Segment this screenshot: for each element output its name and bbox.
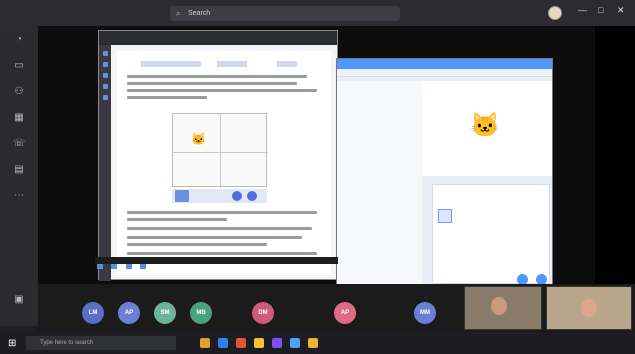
sprite-thumb[interactable]	[438, 209, 452, 223]
document-toolbar	[99, 45, 111, 281]
document-titlebar	[99, 31, 337, 45]
text-line	[127, 236, 302, 239]
text-line	[127, 218, 227, 221]
text-line	[127, 75, 307, 78]
taskbar-app-icon[interactable]	[290, 338, 300, 348]
taskbar-app-icon	[111, 264, 118, 269]
taskbar-app-icon[interactable]	[200, 338, 210, 348]
os-taskbar: ⊞ Type here to search	[0, 332, 635, 354]
participant-avatar[interactable]: SM	[154, 302, 176, 324]
participant-bar: LM AP SM MB DM AP MM	[38, 284, 635, 332]
taskbar-app-icon	[140, 264, 147, 269]
face	[581, 299, 597, 317]
left-rail: ◔ ▭ ⚇ ▦ ☏ ▤ ⋯ ▣	[0, 26, 38, 326]
participant-avatar[interactable]: AP	[118, 302, 140, 324]
taskbar-app-icon[interactable]	[254, 338, 264, 348]
participant-avatar[interactable]: MB	[190, 302, 212, 324]
participant-initials: MM	[420, 310, 430, 316]
text-line	[127, 211, 317, 214]
apps-icon[interactable]: ▣	[12, 294, 26, 306]
text-line	[127, 227, 312, 230]
taskbar-app-icon[interactable]	[308, 338, 318, 348]
participant-initials: AP	[340, 310, 350, 316]
taskbar-app-icon[interactable]	[272, 338, 282, 348]
avatar[interactable]	[548, 6, 562, 20]
text-line	[127, 252, 317, 255]
text-line	[127, 82, 297, 85]
files-icon[interactable]: ▤	[12, 164, 26, 176]
participant-initials: MB	[196, 310, 206, 316]
tool-icon[interactable]	[102, 73, 108, 78]
tool-icon[interactable]	[102, 51, 108, 56]
participant-avatar[interactable]: LM	[82, 302, 104, 324]
participant-initials: AP	[124, 310, 134, 316]
document-window: 🐱	[98, 30, 338, 281]
maximize-button[interactable]: □	[598, 5, 603, 15]
participant-initials: SM	[160, 310, 170, 316]
search-icon: ⌕	[176, 9, 181, 18]
screen-margin	[595, 26, 635, 284]
search-input[interactable]: ⌕ Search	[170, 6, 400, 21]
participant-video[interactable]	[464, 286, 542, 330]
scratch-window: 🐱	[336, 58, 553, 290]
text-line	[127, 89, 317, 92]
minimize-button[interactable]: —	[578, 5, 587, 15]
participant-avatar[interactable]: AP	[334, 302, 356, 324]
stage-figure: 🐱	[172, 113, 268, 188]
participant-avatar[interactable]: MM	[414, 302, 436, 324]
highlight	[277, 61, 297, 67]
participant-video[interactable]	[546, 286, 632, 330]
participant-initials: LM	[88, 310, 98, 316]
taskbar-app-icon	[125, 264, 132, 269]
scratch-menubar	[337, 59, 552, 69]
taskbar-app-icon[interactable]	[218, 338, 228, 348]
code-area[interactable]	[337, 81, 422, 289]
participant-avatar[interactable]: DM	[252, 302, 274, 324]
text-line	[127, 243, 267, 246]
chat-icon[interactable]: ▭	[12, 60, 26, 72]
figure-toolbar	[172, 189, 267, 203]
taskbar-search-input[interactable]: Type here to search	[26, 336, 176, 350]
sprite-cat-icon[interactable]: 🐱	[470, 111, 500, 140]
sprite-pane	[432, 184, 550, 284]
search-placeholder: Search	[188, 10, 211, 17]
app-title-bar: ⌕ Search — □ ✕	[0, 0, 635, 26]
axis-line	[220, 114, 221, 188]
calls-icon[interactable]: ☏	[12, 138, 26, 150]
taskbar-app-icon	[97, 264, 103, 269]
tool-icon[interactable]	[102, 95, 108, 100]
highlight	[217, 61, 247, 67]
shared-taskbar	[95, 257, 338, 269]
close-button[interactable]: ✕	[617, 5, 625, 16]
taskbar-search-placeholder: Type here to search	[40, 340, 94, 346]
scratch-toolbar	[337, 69, 552, 77]
sprite-thumb	[175, 190, 189, 202]
tool-icon[interactable]	[102, 62, 108, 67]
more-icon[interactable]: ⋯	[12, 190, 26, 202]
activity-icon[interactable]: ◔	[12, 34, 26, 46]
tool-icon[interactable]	[102, 84, 108, 89]
sprite-cat-icon: 🐱	[191, 132, 206, 146]
face	[491, 297, 507, 315]
calendar-icon[interactable]: ▦	[12, 112, 26, 124]
document-page: 🐱	[117, 51, 331, 275]
participant-initials: DM	[258, 310, 268, 316]
circle-button-icon	[247, 191, 257, 201]
axis-line	[173, 152, 268, 153]
windows-start-icon[interactable]: ⊞	[8, 338, 16, 349]
taskbar-app-icon[interactable]	[236, 338, 246, 348]
circle-button-icon	[232, 191, 242, 201]
scratch-stage[interactable]: 🐱	[422, 81, 552, 176]
teams-icon[interactable]: ⚇	[12, 86, 26, 98]
text-line	[127, 96, 207, 99]
highlight	[141, 61, 201, 67]
